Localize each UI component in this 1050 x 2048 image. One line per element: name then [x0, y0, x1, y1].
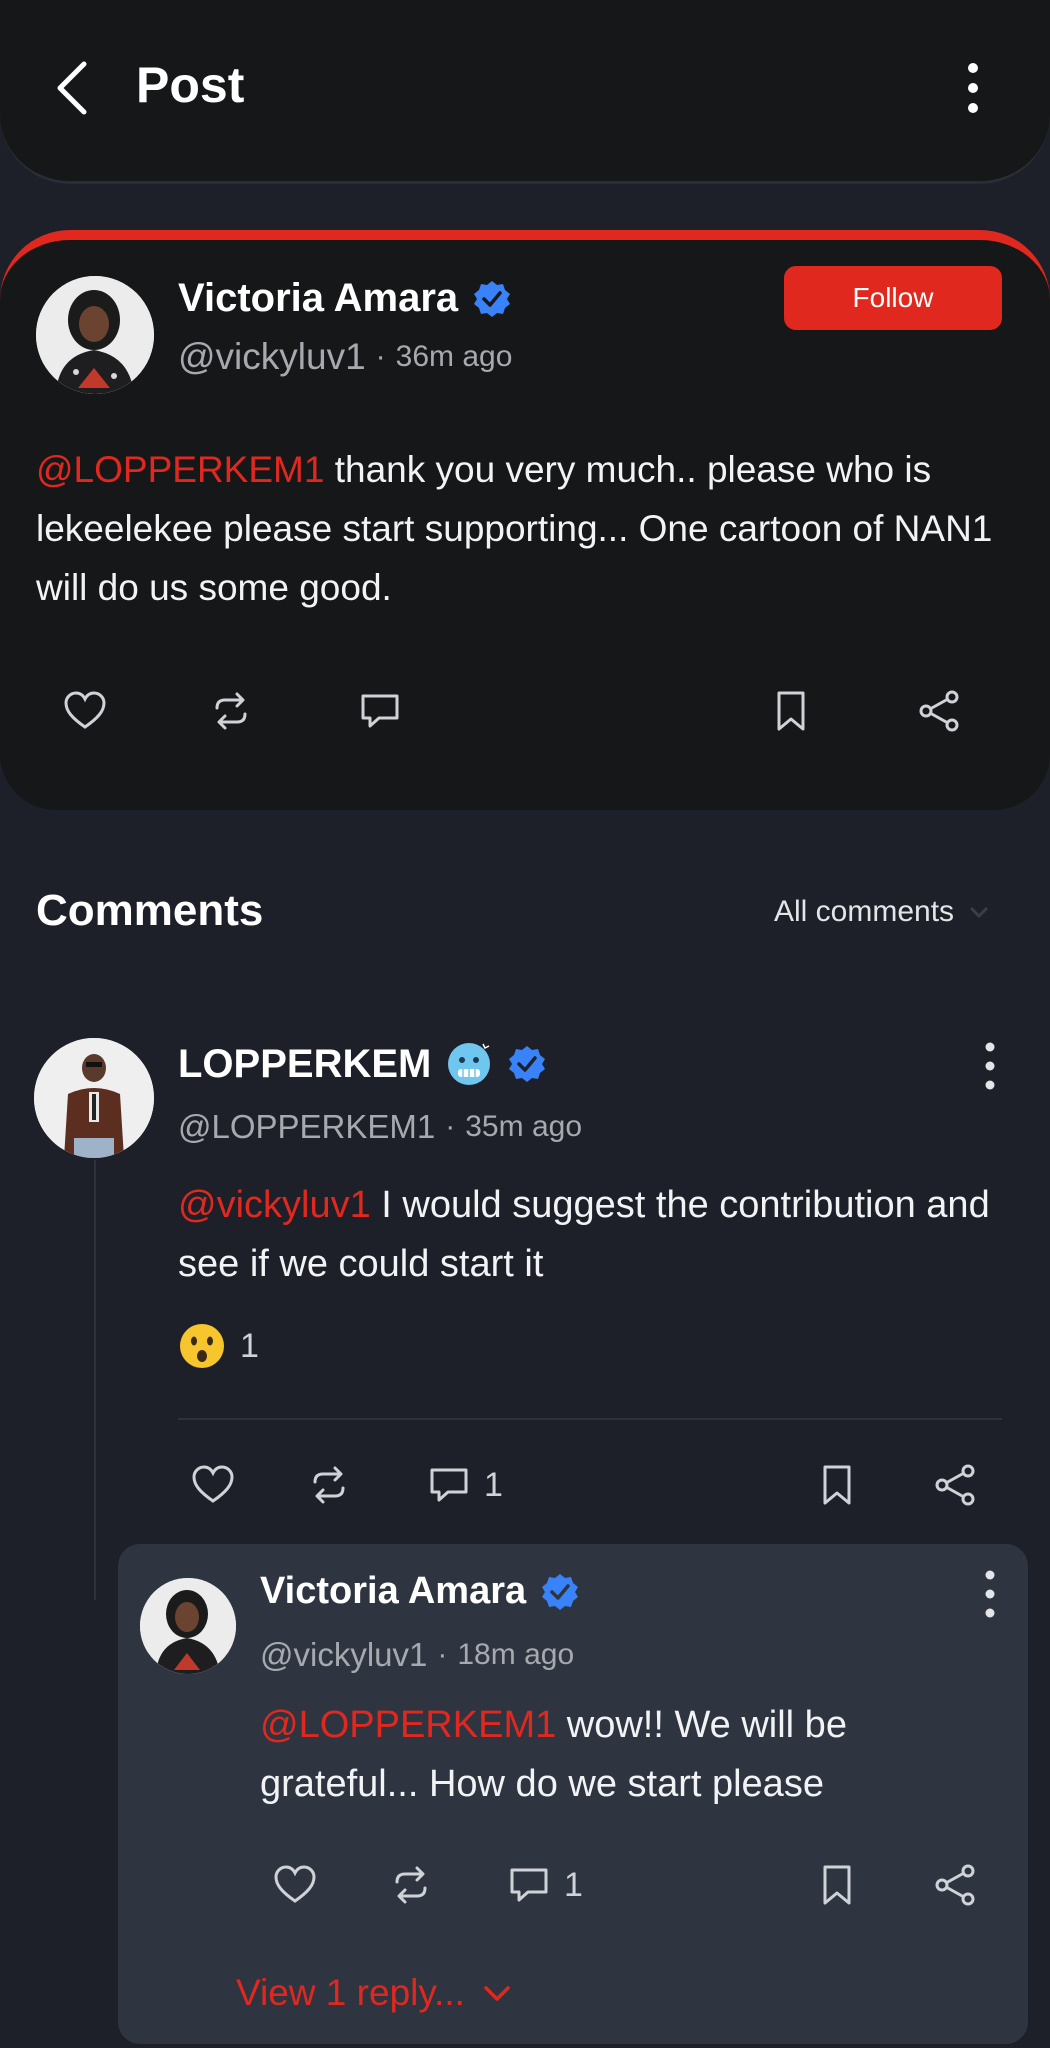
author-name-row: Victoria Amara: [260, 1570, 580, 1613]
author-name[interactable]: LOPPERKEM: [178, 1042, 431, 1087]
heart-icon: [64, 691, 106, 729]
repost-button[interactable]: [306, 1462, 352, 1508]
mention-link[interactable]: @vickyluv1: [178, 1184, 371, 1226]
verified-badge-icon: [509, 1046, 546, 1082]
page-title: Post: [136, 57, 245, 113]
thread-line: [94, 1160, 96, 1600]
more-vertical-icon[interactable]: [980, 1568, 1000, 1620]
comment-button[interactable]: 1: [426, 1462, 503, 1508]
more-vertical-icon[interactable]: [960, 60, 986, 116]
author-meta: @vickyluv1 · 18m ago: [260, 1636, 574, 1674]
post-time: 36m ago: [395, 340, 513, 373]
repost-button[interactable]: [388, 1862, 434, 1908]
top-app-bar: Post: [0, 0, 1050, 184]
repost-icon: [395, 1866, 427, 1904]
back-arrow-icon[interactable]: [50, 58, 94, 118]
repost-icon: [215, 692, 247, 730]
avatar[interactable]: [140, 1578, 236, 1674]
sort-label: All comments: [774, 895, 955, 928]
separator-dot: ·: [437, 1638, 448, 1671]
bookmark-button[interactable]: [814, 1462, 860, 1508]
like-button[interactable]: [272, 1862, 318, 1908]
share-icon: [919, 690, 959, 732]
avatar[interactable]: [34, 1038, 154, 1158]
view-replies-link[interactable]: View 1 reply...: [236, 1972, 513, 2014]
avatar[interactable]: [36, 276, 154, 394]
chevron-down-icon: [484, 1986, 510, 2001]
author-name-row: LOPPERKEM: [178, 1040, 547, 1088]
comment-icon: [361, 694, 399, 728]
view-replies-label: View 1 reply...: [236, 1972, 465, 2013]
comments-sort-dropdown[interactable]: All comments: [774, 895, 992, 929]
mention-link[interactable]: @LOPPERKEM1: [260, 1704, 556, 1746]
verified-badge-icon: [474, 280, 511, 317]
author-name[interactable]: Victoria Amara: [178, 276, 458, 321]
bookmark-icon: [823, 1465, 851, 1505]
separator-dot: ·: [445, 1110, 456, 1143]
comments-heading: Comments: [36, 886, 264, 935]
author-handle[interactable]: @LOPPERKEM1: [178, 1108, 435, 1146]
separator-dot: ·: [375, 340, 386, 373]
bookmark-icon: [777, 691, 805, 731]
author-name[interactable]: Victoria Amara: [260, 1570, 526, 1613]
author-handle[interactable]: @vickyluv1: [260, 1636, 427, 1674]
comment-count: 1: [564, 1865, 583, 1904]
repost-button[interactable]: [208, 688, 254, 734]
reply-card: Victoria Amara @vickyluv1 · 18m ago @LOP…: [118, 1544, 1028, 2044]
comment-count: 1: [484, 1465, 503, 1504]
reply-time: 18m ago: [457, 1638, 575, 1671]
comment-button[interactable]: [357, 688, 403, 734]
post-card: Victoria Amara @vickyluv1 · 36m ago Foll…: [0, 230, 1050, 810]
bookmark-button[interactable]: [768, 688, 814, 734]
like-button[interactable]: [62, 688, 108, 734]
comment-body: @vickyluv1 I would suggest the contribut…: [178, 1176, 1018, 1294]
reply-body: @LOPPERKEM1 wow!! We will be grateful...…: [260, 1696, 980, 1814]
comment-icon: [510, 1868, 548, 1902]
share-button[interactable]: [932, 1462, 978, 1508]
share-icon: [935, 1864, 975, 1906]
author-name-row: Victoria Amara: [178, 276, 512, 321]
mention-link[interactable]: @LOPPERKEM1: [36, 449, 324, 490]
bookmark-button[interactable]: [814, 1862, 860, 1908]
author-handle[interactable]: @vickyluv1: [178, 336, 366, 378]
astonished-emoji-icon: [180, 1324, 224, 1368]
follow-button[interactable]: Follow: [784, 266, 1002, 330]
more-vertical-icon[interactable]: [980, 1040, 1000, 1092]
comment-time: 35m ago: [465, 1110, 582, 1143]
like-button[interactable]: [190, 1462, 236, 1508]
comment-button[interactable]: 1: [506, 1862, 583, 1908]
post-body: @LOPPERKEM1 thank you very much.. please…: [36, 440, 1016, 617]
heart-icon: [274, 1865, 316, 1903]
share-button[interactable]: [932, 1862, 978, 1908]
comment-icon: [430, 1468, 468, 1502]
reaction-chip[interactable]: 1: [178, 1322, 259, 1370]
share-icon: [935, 1464, 975, 1506]
cold-face-emoji-icon: [448, 1043, 491, 1085]
reaction-count: 1: [240, 1326, 259, 1365]
verified-badge-icon: [542, 1573, 579, 1610]
divider: [178, 1418, 1002, 1420]
author-meta: @vickyluv1 · 36m ago: [178, 336, 512, 378]
heart-icon: [192, 1465, 234, 1503]
repost-icon: [313, 1466, 345, 1504]
author-meta: @LOPPERKEM1 · 35m ago: [178, 1108, 582, 1146]
share-button[interactable]: [916, 688, 962, 734]
bookmark-icon: [823, 1865, 851, 1905]
chevron-down-icon: [969, 906, 989, 919]
